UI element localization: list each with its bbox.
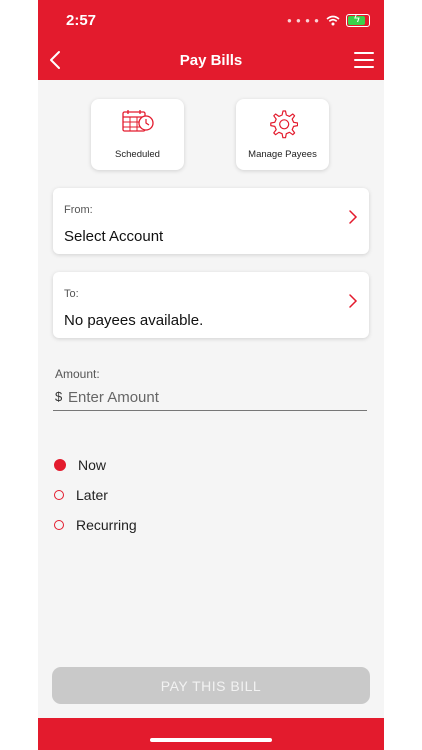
from-account-selector[interactable]: From: Select Account <box>53 188 369 254</box>
manage-payees-button[interactable]: Manage Payees <box>236 99 329 170</box>
signal-icon: ● ● ● ● <box>287 16 320 25</box>
status-icons: ● ● ● ● ϟ <box>287 13 370 27</box>
bottom-bar <box>38 718 384 750</box>
amount-input[interactable] <box>68 384 366 410</box>
calendar-clock-icon <box>121 110 154 132</box>
gear-icon <box>269 110 298 139</box>
battery-icon: ϟ <box>346 13 370 27</box>
schedule-option-now[interactable]: Now <box>54 457 106 473</box>
home-indicator[interactable] <box>150 738 272 742</box>
to-value: No payees available. <box>64 312 204 329</box>
from-value: Select Account <box>64 228 164 245</box>
radio-unselected-icon <box>54 490 64 500</box>
hamburger-menu-icon[interactable] <box>354 52 374 70</box>
from-label: From: <box>64 204 93 216</box>
to-payee-selector[interactable]: To: No payees available. <box>53 272 369 338</box>
option-label: Recurring <box>76 517 137 533</box>
currency-symbol: $ <box>55 389 63 404</box>
schedule-option-recurring[interactable]: Recurring <box>54 517 137 533</box>
wifi-icon <box>326 15 340 26</box>
app-screen: 2:57 ● ● ● ● ϟ Pay Bills Scheduled Manag… <box>38 0 384 750</box>
option-label: Later <box>76 487 108 503</box>
top-bar: 2:57 ● ● ● ● ϟ Pay Bills <box>38 0 384 80</box>
status-time: 2:57 <box>66 12 97 29</box>
schedule-option-later[interactable]: Later <box>54 487 108 503</box>
radio-selected-icon <box>54 459 66 471</box>
amount-label: Amount: <box>55 367 100 381</box>
chevron-right-icon <box>349 210 358 224</box>
option-label: Now <box>78 457 107 473</box>
to-label: To: <box>64 288 79 300</box>
amount-underline <box>53 410 367 411</box>
chevron-right-icon <box>349 294 358 308</box>
scheduled-button[interactable]: Scheduled <box>91 99 184 170</box>
page-title: Pay Bills <box>179 52 243 69</box>
radio-unselected-icon <box>54 520 64 530</box>
pay-this-bill-button[interactable]: PAY THIS BILL <box>52 667 370 704</box>
scheduled-label: Scheduled <box>115 149 160 160</box>
manage-payees-label: Manage Payees <box>248 149 317 160</box>
